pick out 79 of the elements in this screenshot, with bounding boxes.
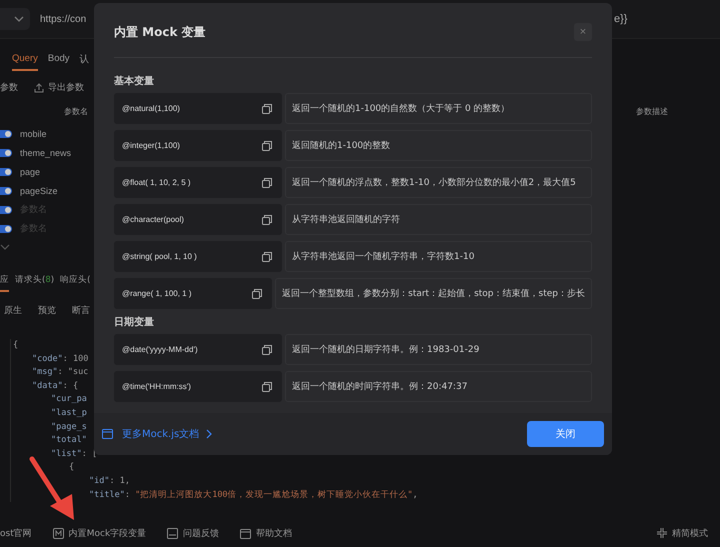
description-cell: 从字符串池返回随机的字符: [285, 204, 592, 235]
mock-code: @natural(1,100): [122, 104, 180, 113]
param-name: mobile: [20, 128, 47, 138]
mock-code: @float( 1, 10, 2, 5 ): [122, 178, 191, 187]
feedback-icon: [167, 528, 178, 538]
mock-code: @string( pool, 1, 10 ): [122, 252, 197, 261]
copy-icon[interactable]: [262, 104, 272, 114]
document-icon: [102, 429, 113, 439]
request-tab[interactable]: Body: [48, 53, 70, 71]
copy-icon[interactable]: [262, 214, 272, 224]
code-line: "msg": "suc: [32, 366, 88, 380]
description-cell: 返回随机的1-100的整数: [285, 130, 592, 161]
copy-icon[interactable]: [262, 344, 272, 354]
code-line: {: [13, 339, 18, 352]
toggle-switch[interactable]: [0, 206, 12, 214]
code-line: {: [69, 461, 74, 474]
response-tab[interactable]: 响应头(: [60, 274, 90, 292]
help-docs-link[interactable]: 帮助文档: [256, 526, 292, 540]
copy-icon[interactable]: [262, 140, 272, 150]
compress-icon: [657, 528, 667, 538]
section-title: 基本变量: [114, 74, 155, 88]
copy-icon[interactable]: [262, 178, 272, 188]
description-cell: 返回一个随机的时间字符串。例：20:47:37: [285, 371, 592, 402]
description-cell: 返回一个随机的日期字符串。例：1983-01-29: [285, 334, 592, 365]
code-line: "id": 1,: [89, 474, 130, 488]
description-cell: 返回一个随机的1-100的自然数（大于等于 0 的整数）: [285, 93, 592, 124]
mock-code: @character(pool): [122, 215, 184, 224]
mock-icon: [52, 528, 64, 538]
toggle-switch[interactable]: [0, 224, 12, 232]
view-tab[interactable]: 断言: [72, 304, 90, 317]
view-tab[interactable]: 原生: [4, 304, 22, 317]
chevron-down-icon[interactable]: [0, 244, 10, 250]
code-line: "cur_pa: [51, 393, 87, 406]
export-params-link[interactable]: 导出参数: [48, 81, 84, 94]
code-line: "total": [51, 434, 87, 448]
mock-code: @range( 1, 100, 1 ): [122, 289, 192, 298]
param-name: page: [20, 166, 40, 176]
document-icon: [240, 528, 252, 538]
toggle-switch[interactable]: [0, 148, 12, 156]
column-header: 参数描述: [636, 106, 668, 117]
code-line: "title": "把清明上河图放大100倍，发现一尴尬场景，树下睡觉小伙在干什么",: [89, 488, 418, 502]
response-tab[interactable]: 请求头(8): [15, 274, 54, 292]
description-cell: 返回一个整型数组，参数分别：start：起始值，stop：结束值，step：步长: [275, 278, 592, 309]
mock-code: @date('yyyy-MM-dd'): [122, 345, 198, 354]
param-name: pageSize: [20, 186, 58, 196]
request-tab[interactable]: Query: [12, 53, 38, 71]
dialog-title: 内置 Mock 变量: [114, 24, 206, 40]
feedback-link[interactable]: 问题反馈: [183, 526, 220, 540]
toggle-switch[interactable]: [0, 168, 12, 176]
copy-icon[interactable]: [262, 382, 272, 392]
column-header: 参数名: [64, 106, 88, 117]
response-tab[interactable]: 应: [0, 274, 9, 292]
mockjs-docs-link[interactable]: 更多Mock.js文档: [122, 427, 200, 441]
copy-icon[interactable]: [252, 288, 262, 298]
url-text: e}}: [614, 13, 628, 25]
description-cell: 从字符串池返回一个随机字符串，字符数1-10: [285, 241, 592, 272]
import-params-link[interactable]: 参数: [0, 81, 18, 94]
code-line: "data": {: [32, 380, 78, 393]
code-line: "last_p: [51, 406, 87, 420]
code-line: "page_s: [51, 420, 87, 434]
copy-icon[interactable]: [262, 252, 272, 262]
chevron-right-icon: [206, 429, 212, 439]
chevron-down-icon: [14, 16, 24, 22]
mock-variables-link[interactable]: 内置Mock字段变量: [68, 526, 146, 540]
compact-mode-toggle[interactable]: 精简模式: [672, 526, 708, 540]
section-title: 日期变量: [114, 315, 155, 329]
export-icon: [34, 82, 44, 92]
description-cell: 返回一个随机的浮点数，整数1-10，小数部分位数的最小值2，最大值5: [285, 167, 592, 198]
mock-code: @integer(1,100): [122, 141, 180, 150]
request-tab[interactable]: 认: [80, 53, 90, 71]
code-line: "code": 100: [32, 352, 88, 366]
toggle-switch[interactable]: [0, 130, 12, 138]
url-field[interactable]: https://con: [40, 14, 86, 24]
toggle-switch[interactable]: [0, 186, 12, 194]
view-tab[interactable]: 预览: [38, 304, 56, 317]
param-name: theme_news: [20, 148, 72, 158]
close-button[interactable]: 关闭: [527, 421, 604, 447]
website-link[interactable]: ost官网: [0, 526, 32, 540]
mock-code: @time('HH:mm:ss'): [122, 382, 191, 391]
